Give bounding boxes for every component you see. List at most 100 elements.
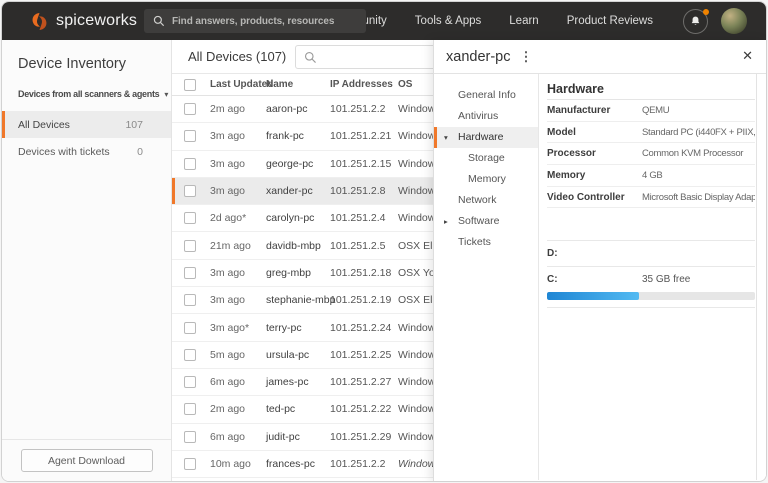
disk-usage-fill — [547, 292, 639, 300]
inventory-sidebar: Device Inventory Devices from all scanne… — [2, 40, 172, 481]
row-checkbox[interactable] — [184, 349, 196, 361]
sidebar-item-label: All Devices — [18, 119, 70, 131]
sidebar-item-devices-with-tickets[interactable]: Devices with tickets 0 — [2, 138, 171, 165]
cell-last-updated: 6m ago — [210, 431, 266, 443]
top-nav-product-reviews[interactable]: Product Reviews — [567, 15, 653, 27]
panel-nav-memory[interactable]: Memory — [434, 169, 538, 190]
row-checkbox[interactable] — [184, 212, 196, 224]
global-search-placeholder: Find answers, products, resources — [172, 16, 334, 27]
column-header-last-updated[interactable]: Last Updated — [210, 79, 266, 90]
cell-last-updated: 10m ago — [210, 458, 266, 470]
panel-nav-general-info[interactable]: General Info — [434, 85, 538, 106]
device-detail-panel: xander-pc ⋮ ✕ General Info Antivirus ▾Hard… — [433, 40, 766, 481]
spec-value: QEMU — [642, 105, 755, 116]
row-checkbox[interactable] — [184, 240, 196, 252]
cell-ip: 101.251.2.15 — [330, 158, 398, 170]
cell-name: davidb-mbp — [266, 240, 330, 252]
panel-nav-label: Antivirus — [458, 110, 498, 122]
kebab-menu-icon[interactable]: ⋮ — [519, 50, 532, 63]
cell-ip: 101.251.2.5 — [330, 240, 398, 252]
specs-spacer — [547, 208, 755, 241]
sidebar-item-label: Devices with tickets — [18, 146, 110, 158]
select-all-checkbox[interactable] — [184, 79, 196, 91]
cell-name: frank-pc — [266, 130, 330, 142]
notifications-button[interactable] — [683, 9, 708, 34]
close-icon[interactable]: ✕ — [742, 48, 753, 64]
row-checkbox[interactable] — [184, 322, 196, 334]
spec-row-model: ModelStandard PC (i440FX + PIIX, 1996) — [547, 122, 755, 144]
disk-free-space: 35 GB free — [642, 274, 755, 285]
cell-ip: 101.251.2.2 — [330, 458, 398, 470]
sidebar-footer: Agent Download — [2, 439, 171, 481]
row-checkbox[interactable] — [184, 267, 196, 279]
bell-icon — [689, 15, 702, 28]
sidebar-item-count: 0 — [137, 146, 143, 158]
sidebar-item-all-devices[interactable]: All Devices 107 — [2, 111, 171, 138]
cell-ip: 101.251.2.2 — [330, 103, 398, 115]
panel-nav-label: Software — [458, 215, 499, 227]
cell-last-updated: 21m ago — [210, 240, 266, 252]
hardware-specs: ManufacturerQEMUModelStandard PC (i440FX… — [547, 100, 755, 208]
cell-name: stephanie-mbp — [266, 294, 330, 306]
panel-nav-software[interactable]: ▸Software — [434, 211, 538, 232]
top-nav-learn[interactable]: Learn — [509, 15, 538, 27]
notification-dot — [703, 9, 709, 15]
main-area: Device Inventory Devices from all scanne… — [2, 40, 766, 481]
spec-value: 4 GB — [642, 170, 755, 181]
detail-panel-body: General Info Antivirus ▾HardwareStorageMem… — [434, 74, 766, 480]
row-checkbox[interactable] — [184, 294, 196, 306]
global-search-input[interactable]: Find answers, products, resources — [144, 9, 366, 33]
panel-scroll-track — [756, 74, 757, 480]
cell-last-updated: 3m ago — [210, 294, 266, 306]
row-checkbox[interactable] — [184, 130, 196, 142]
column-header-ip-addresses[interactable]: IP Addresses — [330, 79, 398, 90]
panel-nav-tickets[interactable]: Tickets — [434, 232, 538, 253]
search-icon — [153, 15, 165, 27]
cell-ip: 101.251.2.19 — [330, 294, 398, 306]
disk-row-d: D: — [547, 241, 755, 267]
spec-label: Video Controller — [547, 192, 642, 203]
row-checkbox[interactable] — [184, 458, 196, 470]
cell-ip: 101.251.2.25 — [330, 349, 398, 361]
row-checkbox[interactable] — [184, 403, 196, 415]
column-header-name[interactable]: Name — [266, 79, 330, 90]
panel-nav-label: Network — [458, 194, 497, 206]
topbar-right-cluster: CommunityTools & AppsLearnProduct Review… — [301, 8, 766, 34]
agent-download-button[interactable]: Agent Download — [21, 449, 153, 472]
top-nav-tools-apps[interactable]: Tools & Apps — [415, 15, 481, 27]
cell-name: terry-pc — [266, 322, 330, 334]
detail-panel-header: xander-pc ⋮ ✕ — [434, 40, 766, 74]
row-checkbox[interactable] — [184, 185, 196, 197]
panel-nav-storage[interactable]: Storage — [434, 148, 538, 169]
panel-nav-antivirus[interactable]: Antivirus — [434, 106, 538, 127]
cell-last-updated: 2m ago — [210, 103, 266, 115]
spec-value: Microsoft Basic Display Adapter — [642, 192, 755, 203]
user-avatar[interactable] — [721, 8, 747, 34]
spec-label: Model — [547, 127, 642, 138]
disk-line: D: — [547, 241, 755, 266]
cell-last-updated: 3m ago — [210, 158, 266, 170]
page-title: Device Inventory — [2, 40, 171, 72]
sidebar-item-count: 107 — [125, 119, 143, 131]
spiceworks-logo-icon — [30, 12, 49, 31]
row-checkbox[interactable] — [184, 431, 196, 443]
spiceworks-logo[interactable]: spiceworks — [2, 12, 137, 31]
cell-ip: 101.251.2.18 — [330, 267, 398, 279]
cell-name: frances-pc — [266, 458, 330, 470]
cell-last-updated: 3m ago — [210, 130, 266, 142]
cell-ip: 101.251.2.22 — [330, 403, 398, 415]
device-list-title: All Devices (107) — [172, 49, 286, 64]
cell-ip: 101.251.2.27 — [330, 376, 398, 388]
spec-value: Common KVM Processor — [642, 148, 755, 159]
row-checkbox[interactable] — [184, 376, 196, 388]
scanner-filter-dropdown[interactable]: Devices from all scanners & agents ▾ — [2, 72, 171, 111]
spec-row-video-controller: Video ControllerMicrosoft Basic Display … — [547, 187, 755, 209]
panel-nav-label: Hardware — [458, 131, 504, 143]
panel-nav-network[interactable]: Network — [434, 190, 538, 211]
row-checkbox[interactable] — [184, 158, 196, 170]
chevron-down-icon: ▾ — [164, 90, 168, 99]
device-title: xander-pc — [434, 49, 510, 65]
row-checkbox[interactable] — [184, 103, 196, 115]
spec-row-processor: ProcessorCommon KVM Processor — [547, 143, 755, 165]
panel-nav-hardware[interactable]: ▾Hardware — [434, 127, 538, 148]
